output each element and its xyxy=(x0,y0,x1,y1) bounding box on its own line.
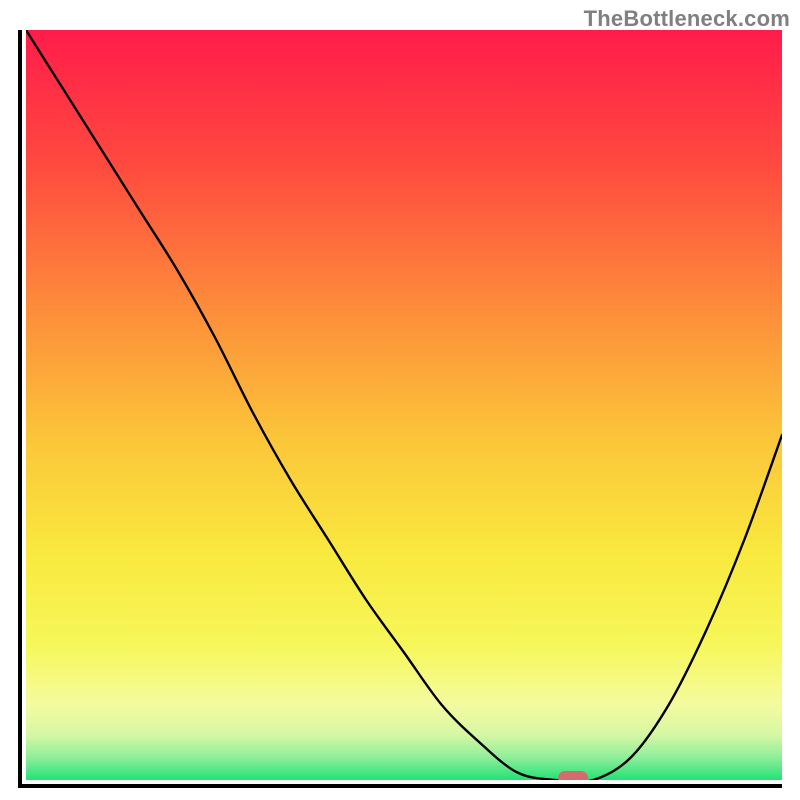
plot-area xyxy=(26,30,782,780)
optimal-marker xyxy=(558,771,588,780)
chart-stage: TheBottleneck.com xyxy=(0,0,800,800)
watermark-text: TheBottleneck.com xyxy=(584,6,790,32)
chart-frame xyxy=(18,30,782,788)
bottleneck-curve xyxy=(26,30,782,780)
